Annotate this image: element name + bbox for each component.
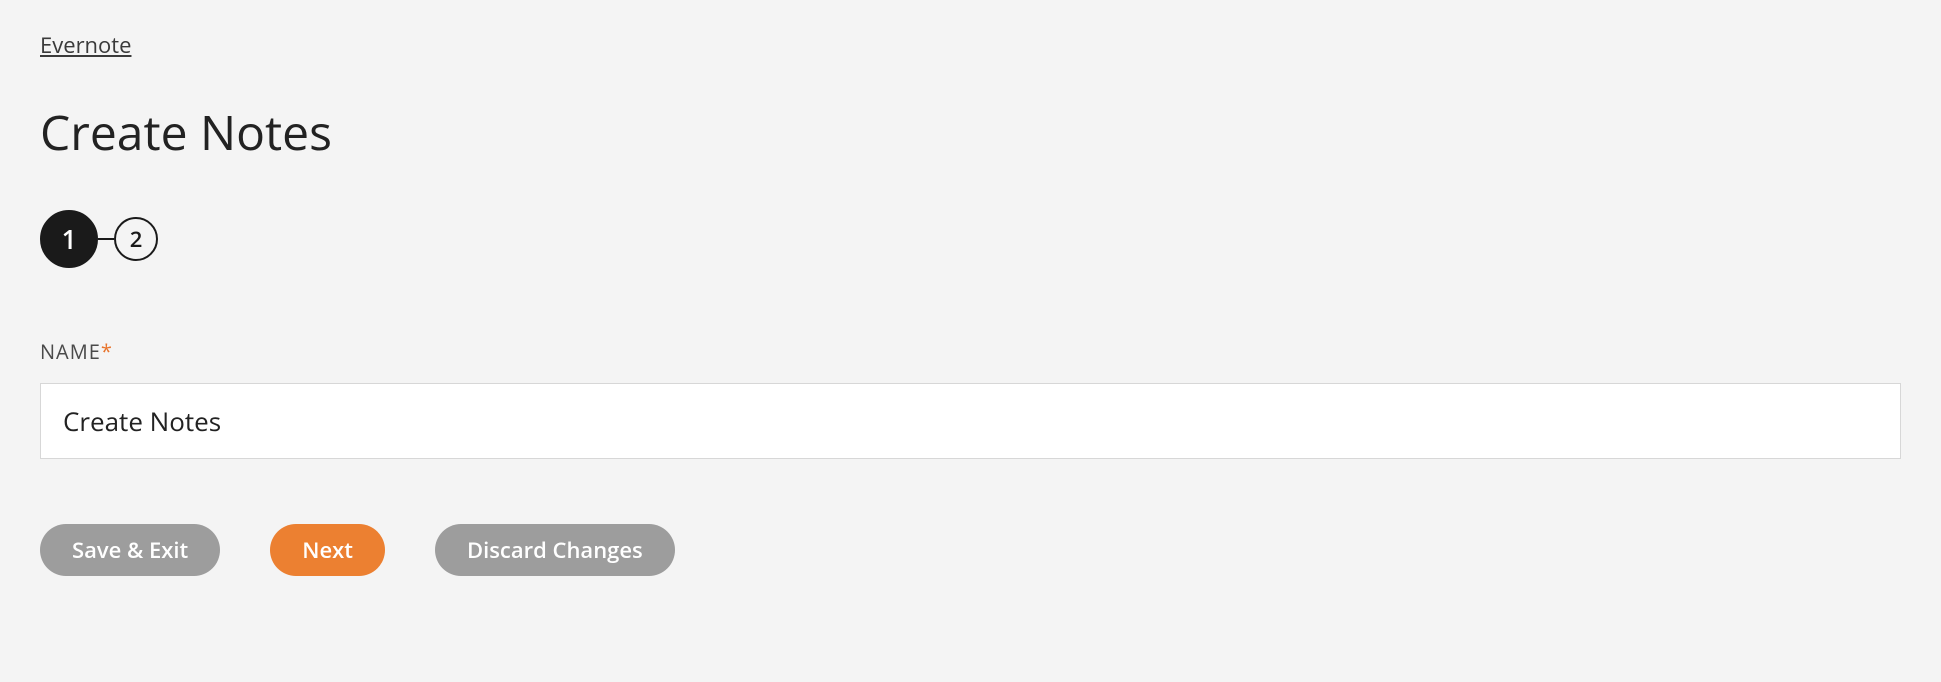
required-mark: * (101, 338, 113, 365)
button-row: Save & Exit Next Discard Changes (40, 524, 1901, 576)
step-2[interactable]: 2 (114, 217, 158, 261)
save-exit-button[interactable]: Save & Exit (40, 524, 220, 576)
name-label-text: NAME (40, 338, 101, 365)
page-title: Create Notes (40, 100, 1901, 165)
step-1[interactable]: 1 (40, 210, 98, 268)
stepper: 1 2 (40, 210, 1901, 268)
breadcrumb-evernote[interactable]: Evernote (40, 30, 131, 60)
next-button[interactable]: Next (270, 524, 385, 576)
discard-button[interactable]: Discard Changes (435, 524, 675, 576)
name-input[interactable] (40, 383, 1901, 459)
name-label: NAME* (40, 338, 1901, 365)
step-connector (98, 238, 114, 240)
